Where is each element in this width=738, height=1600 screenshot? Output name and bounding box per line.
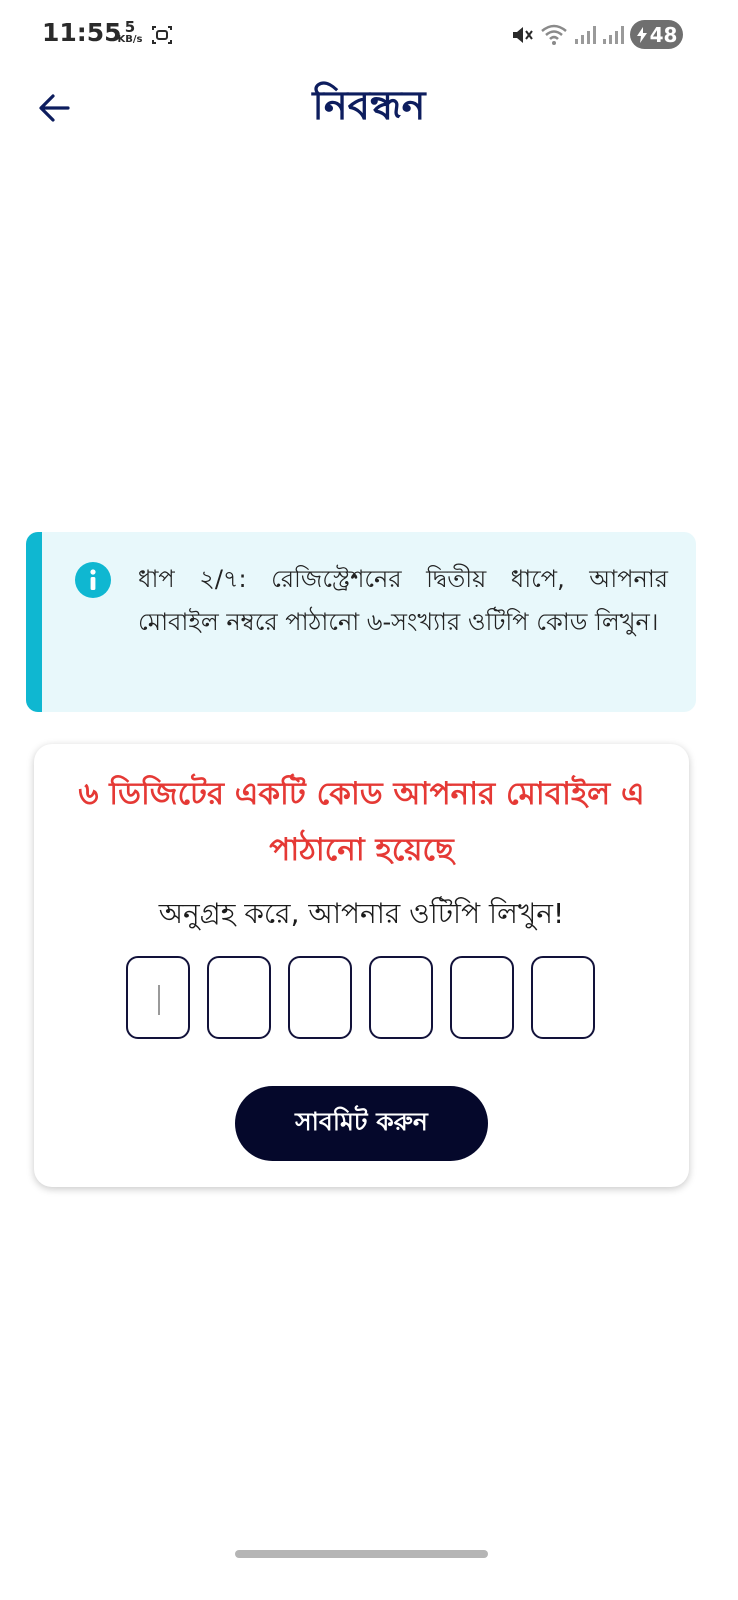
network-speed-value: 5: [124, 18, 136, 36]
otp-digit-3[interactable]: [288, 956, 352, 1039]
registration-otp-screen: 11:55 5 KB/s 48 নিবন্ধন ধাপ ২/৭: রেজিস্ট…: [0, 0, 738, 1600]
signal-icon: [575, 26, 596, 44]
otp-instruction: অনুগ্রহ করে, আপনার ওটিপি লিখুন!: [158, 897, 565, 930]
mute-icon: [513, 27, 533, 43]
network-speed-unit: KB/s: [117, 34, 143, 45]
info-icon: [75, 562, 111, 598]
otp-sent-heading: ৬ ডিজিটের একটি কোড আপনার মোবাইল এ পাঠানো…: [78, 776, 645, 868]
otp-digit-1[interactable]: [126, 956, 190, 1039]
otp-card: ৬ ডিজিটের একটি কোড আপনার মোবাইল এ পাঠানো…: [34, 744, 689, 1187]
home-indicator[interactable]: [235, 1550, 488, 1558]
screen-record-icon: [152, 26, 172, 44]
info-text: ধাপ ২/৭: রেজিস্ট্রেশনের দ্বিতীয় ধাপে, আ…: [138, 565, 668, 636]
info-notice: ধাপ ২/৭: রেজিস্ট্রেশনের দ্বিতীয় ধাপে, আ…: [26, 532, 696, 712]
otp-input-group: [126, 956, 595, 1039]
battery-level: 48: [649, 22, 678, 47]
otp-digit-2[interactable]: [207, 956, 271, 1039]
status-time: 11:55: [42, 18, 122, 47]
text-cursor: [158, 985, 160, 1015]
otp-digit-4[interactable]: [369, 956, 433, 1039]
network-speed: 5 KB/s: [115, 20, 145, 45]
submit-button[interactable]: সাবমিট করুন: [235, 1086, 488, 1161]
wifi-icon: [541, 24, 567, 45]
battery-indicator: 48: [630, 20, 683, 49]
info-accent-bar: [26, 532, 42, 712]
status-bar: 11:55 5 KB/s 48: [0, 0, 738, 70]
charging-icon: [636, 26, 647, 43]
signal-icon: [603, 26, 624, 44]
page-title: নিবন্ধন: [312, 83, 426, 129]
otp-digit-6[interactable]: [531, 956, 595, 1039]
otp-digit-5[interactable]: [450, 956, 514, 1039]
